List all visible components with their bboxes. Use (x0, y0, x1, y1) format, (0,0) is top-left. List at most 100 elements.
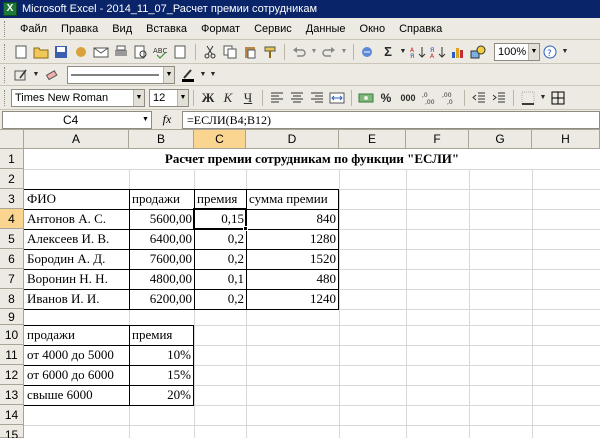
menu-help[interactable]: Справка (392, 19, 449, 39)
cell-a10[interactable]: продажи (25, 325, 129, 345)
cell-b12[interactable]: 15% (130, 365, 193, 385)
hyperlink-icon[interactable] (359, 43, 377, 61)
column-header-c[interactable]: C (194, 130, 246, 149)
print-preview-icon[interactable] (132, 43, 150, 61)
row-header[interactable]: 12 (0, 365, 24, 385)
zoom-select[interactable]: 100% ▼ (494, 42, 540, 61)
column-header-a[interactable]: A (24, 130, 129, 149)
cell-d5[interactable]: 1280 (247, 229, 338, 249)
row-header[interactable]: 6 (0, 249, 24, 269)
cell-c6[interactable]: 0,2 (195, 249, 246, 269)
row-header[interactable]: 3 (0, 189, 24, 209)
line-color-dropdown-icon[interactable]: ▼ (199, 66, 207, 84)
undo-dropdown-icon[interactable]: ▼ (310, 43, 318, 61)
menu-file[interactable]: Файл (13, 19, 54, 39)
cell-c3[interactable]: премия (195, 189, 246, 209)
excel-app-icon[interactable]: X (3, 2, 17, 16)
cell-b10[interactable]: премия (130, 325, 193, 345)
bold-button[interactable]: Ж (199, 89, 217, 107)
select-all-corner[interactable] (0, 130, 24, 149)
row-header[interactable]: 8 (0, 289, 24, 309)
toolbar-grip[interactable] (4, 43, 7, 60)
cell-d4[interactable]: 840 (247, 209, 338, 229)
formula-input[interactable]: =ЕСЛИ(B4;B12) (182, 110, 600, 129)
underline-button[interactable]: Ч (239, 89, 257, 107)
toolbar-options-icon[interactable]: ▼ (561, 43, 569, 61)
menu-tools[interactable]: Сервис (247, 19, 299, 39)
cell-b6[interactable]: 7600,00 (130, 249, 194, 269)
italic-button[interactable]: К (219, 89, 237, 107)
cell-a8[interactable]: Иванов И. И. (25, 289, 129, 309)
align-center-icon[interactable] (288, 89, 306, 107)
chevron-down-icon[interactable]: ▼ (140, 112, 151, 128)
cell-a11[interactable]: от 4000 до 5000 (25, 345, 129, 365)
cell-a4[interactable]: Антонов А. С. (25, 209, 129, 229)
redo-icon[interactable] (320, 43, 338, 61)
font-size-select[interactable]: 12 ▼ (149, 88, 189, 107)
spelling-icon[interactable]: ABC (152, 43, 170, 61)
cell-c7[interactable]: 0,1 (195, 269, 246, 289)
row-header[interactable]: 7 (0, 269, 24, 289)
cut-icon[interactable] (201, 43, 219, 61)
cell-a6[interactable]: Бородин А. Д. (25, 249, 129, 269)
fill-handle[interactable] (243, 226, 248, 231)
row-header[interactable]: 5 (0, 229, 24, 249)
open-icon[interactable] (32, 43, 50, 61)
row-header[interactable]: 14 (0, 405, 24, 425)
row-header[interactable]: 15 (0, 425, 24, 438)
autosum-icon[interactable]: Σ (379, 43, 397, 61)
cell-b13[interactable]: 20% (130, 385, 193, 405)
menu-insert[interactable]: Вставка (139, 19, 194, 39)
font-name-select[interactable]: Times New Roman ▼ (11, 88, 145, 107)
menubar-grip[interactable] (4, 20, 7, 37)
copy-icon[interactable] (221, 43, 239, 61)
increase-indent-icon[interactable] (490, 89, 508, 107)
cell-a3[interactable]: ФИО (25, 189, 129, 209)
row-header[interactable]: 10 (0, 325, 24, 345)
menu-data[interactable]: Данные (299, 19, 353, 39)
chevron-down-icon[interactable]: ▼ (133, 89, 144, 106)
cell-b4[interactable]: 5600,00 (130, 209, 194, 229)
cell-b3[interactable]: продажи (130, 189, 194, 209)
sort-ascending-icon[interactable]: AЯ (409, 43, 427, 61)
comma-style-button[interactable]: 000 (397, 89, 419, 107)
row-header[interactable]: 4 (0, 209, 24, 229)
name-box[interactable]: C4 ▼ (2, 110, 152, 129)
autosum-dropdown-icon[interactable]: ▼ (399, 43, 407, 61)
decrease-indent-icon[interactable] (470, 89, 488, 107)
column-header-f[interactable]: F (406, 130, 469, 149)
cell-d7[interactable]: 480 (247, 269, 338, 289)
cell-d6[interactable]: 1520 (247, 249, 338, 269)
sheet-title-cell[interactable]: Расчет премии сотрудникам по функции "ЕС… (24, 149, 600, 169)
insert-function-icon[interactable]: fx (152, 112, 182, 127)
new-icon[interactable] (12, 43, 30, 61)
chevron-down-icon[interactable]: ▼ (528, 43, 539, 60)
line-style-select[interactable]: ▼ (67, 65, 175, 84)
save-icon[interactable] (52, 43, 70, 61)
cell-a5[interactable]: Алексеев И. В. (25, 229, 129, 249)
align-right-icon[interactable] (308, 89, 326, 107)
mail-icon[interactable] (92, 43, 110, 61)
research-icon[interactable] (172, 43, 190, 61)
cell-b11[interactable]: 10% (130, 345, 193, 365)
draw-border-dropdown-icon[interactable]: ▼ (32, 66, 40, 84)
cell-b7[interactable]: 4800,00 (130, 269, 194, 289)
menu-edit[interactable]: Правка (54, 19, 105, 39)
percent-style-button[interactable]: % (377, 89, 395, 107)
redo-dropdown-icon[interactable]: ▼ (340, 43, 348, 61)
undo-icon[interactable] (290, 43, 308, 61)
help-icon[interactable]: ? (541, 43, 559, 61)
cell-a12[interactable]: от 6000 до 6000 (25, 365, 129, 385)
menu-format[interactable]: Формат (194, 19, 247, 39)
align-left-icon[interactable] (268, 89, 286, 107)
sort-descending-icon[interactable]: ЯA (429, 43, 447, 61)
cell-b8[interactable]: 6200,00 (130, 289, 194, 309)
menu-view[interactable]: Вид (105, 19, 139, 39)
drawing-icon[interactable] (469, 43, 487, 61)
merge-center-icon[interactable] (328, 89, 346, 107)
format-painter-icon[interactable] (261, 43, 279, 61)
row-header[interactable]: 2 (0, 169, 24, 189)
cell-c5[interactable]: 0,2 (195, 229, 246, 249)
row-header[interactable]: 13 (0, 385, 24, 405)
row-header[interactable]: 1 (0, 149, 24, 169)
